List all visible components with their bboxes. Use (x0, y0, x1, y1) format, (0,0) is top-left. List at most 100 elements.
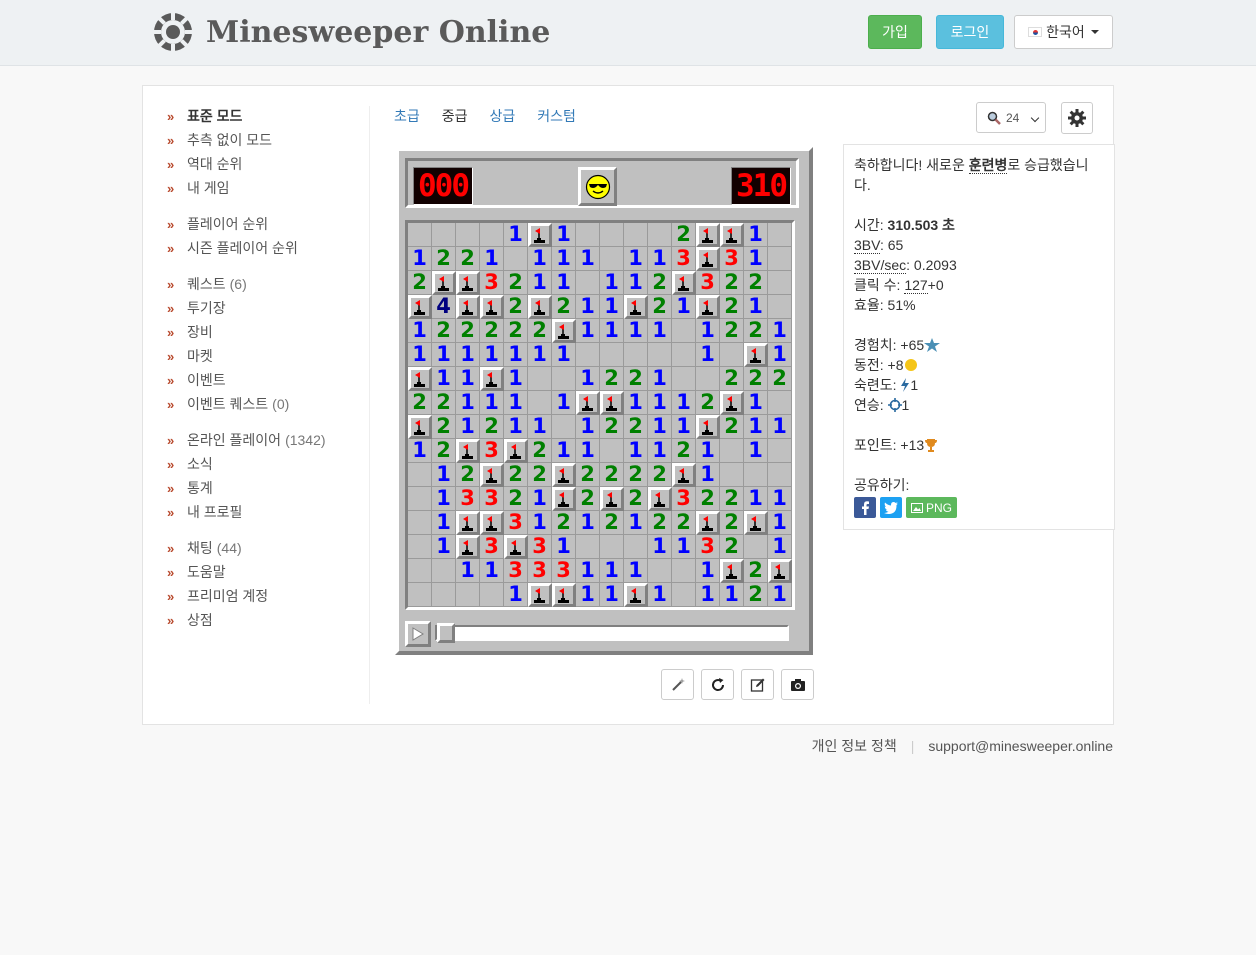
number-cell[interactable]: 1 (576, 559, 600, 583)
flagged-cell[interactable] (456, 271, 480, 295)
number-cell[interactable]: 1 (624, 439, 648, 463)
empty-cell[interactable] (552, 415, 576, 439)
number-cell[interactable]: 1 (408, 247, 432, 271)
number-cell[interactable]: 1 (696, 319, 720, 343)
number-cell[interactable]: 1 (600, 583, 624, 607)
number-cell[interactable]: 1 (696, 583, 720, 607)
number-cell[interactable]: 1 (432, 511, 456, 535)
number-cell[interactable]: 2 (432, 319, 456, 343)
empty-cell[interactable] (768, 439, 792, 463)
number-cell[interactable]: 1 (648, 247, 672, 271)
rank-name-link[interactable]: 훈련병 (968, 157, 1008, 174)
number-cell[interactable]: 1 (408, 319, 432, 343)
number-cell[interactable]: 2 (720, 367, 744, 391)
flagged-cell[interactable] (624, 295, 648, 319)
number-cell[interactable]: 2 (504, 319, 528, 343)
number-cell[interactable]: 1 (672, 535, 696, 559)
empty-cell[interactable] (768, 271, 792, 295)
number-cell[interactable]: 3 (480, 535, 504, 559)
number-cell[interactable]: 1 (696, 343, 720, 367)
number-cell[interactable]: 1 (576, 583, 600, 607)
number-cell[interactable]: 1 (744, 487, 768, 511)
number-cell[interactable]: 1 (600, 319, 624, 343)
number-cell[interactable]: 1 (552, 247, 576, 271)
settings-button[interactable] (1061, 102, 1093, 134)
number-cell[interactable]: 1 (528, 487, 552, 511)
number-cell[interactable]: 1 (552, 343, 576, 367)
flagged-cell[interactable] (552, 463, 576, 487)
number-cell[interactable]: 1 (456, 367, 480, 391)
number-cell[interactable]: 1 (480, 247, 504, 271)
flagged-cell[interactable] (576, 391, 600, 415)
number-cell[interactable]: 1 (576, 439, 600, 463)
number-cell[interactable]: 2 (696, 391, 720, 415)
number-cell[interactable]: 1 (504, 415, 528, 439)
number-cell[interactable]: 1 (480, 559, 504, 583)
number-cell[interactable]: 3 (480, 439, 504, 463)
number-cell[interactable]: 3 (480, 271, 504, 295)
number-cell[interactable]: 1 (432, 343, 456, 367)
flagged-cell[interactable] (456, 439, 480, 463)
number-cell[interactable]: 1 (744, 415, 768, 439)
number-cell[interactable]: 1 (648, 367, 672, 391)
number-cell[interactable]: 3 (480, 487, 504, 511)
empty-cell[interactable] (576, 343, 600, 367)
empty-cell[interactable] (672, 367, 696, 391)
number-cell[interactable]: 2 (552, 511, 576, 535)
flagged-cell[interactable] (408, 295, 432, 319)
number-cell[interactable]: 2 (744, 271, 768, 295)
number-cell[interactable]: 1 (768, 319, 792, 343)
empty-cell[interactable] (408, 487, 432, 511)
png-share-button[interactable]: PNG (906, 497, 957, 518)
sidebar-item[interactable]: » 소식 (167, 452, 367, 476)
empty-cell[interactable] (768, 391, 792, 415)
number-cell[interactable]: 2 (528, 439, 552, 463)
sidebar-item[interactable]: » 이벤트 (167, 368, 367, 392)
number-cell[interactable]: 1 (672, 391, 696, 415)
number-cell[interactable]: 1 (696, 439, 720, 463)
number-cell[interactable]: 1 (744, 439, 768, 463)
empty-cell[interactable] (672, 583, 696, 607)
number-cell[interactable]: 1 (648, 319, 672, 343)
flagged-cell[interactable] (456, 535, 480, 559)
number-cell[interactable]: 2 (552, 295, 576, 319)
number-cell[interactable]: 3 (504, 511, 528, 535)
empty-cell[interactable] (672, 343, 696, 367)
sidebar-item[interactable]: » 상점 (167, 608, 367, 632)
number-cell[interactable]: 2 (408, 391, 432, 415)
number-cell[interactable]: 2 (720, 511, 744, 535)
flagged-cell[interactable] (696, 247, 720, 271)
empty-cell[interactable] (528, 391, 552, 415)
site-logo[interactable]: Minesweeper Online (150, 9, 550, 55)
empty-cell[interactable] (768, 247, 792, 271)
number-cell[interactable]: 2 (720, 415, 744, 439)
number-cell[interactable]: 3 (528, 559, 552, 583)
number-cell[interactable]: 1 (648, 535, 672, 559)
number-cell[interactable]: 2 (432, 415, 456, 439)
number-cell[interactable]: 2 (744, 583, 768, 607)
sidebar-item[interactable]: » 장비 (167, 320, 367, 344)
empty-cell[interactable] (408, 535, 432, 559)
hint-wand-button[interactable] (661, 669, 694, 700)
number-cell[interactable]: 1 (768, 415, 792, 439)
empty-cell[interactable] (600, 439, 624, 463)
number-cell[interactable]: 1 (744, 223, 768, 247)
number-cell[interactable]: 1 (696, 559, 720, 583)
empty-cell[interactable] (504, 247, 528, 271)
number-cell[interactable]: 2 (624, 463, 648, 487)
number-cell[interactable]: 2 (504, 295, 528, 319)
number-cell[interactable]: 2 (672, 223, 696, 247)
number-cell[interactable]: 2 (432, 391, 456, 415)
sidebar-item[interactable]: » 시즌 플레이어 순위 (167, 236, 367, 260)
number-cell[interactable]: 1 (768, 487, 792, 511)
number-cell[interactable]: 2 (744, 319, 768, 343)
flagged-cell[interactable] (480, 295, 504, 319)
sidebar-item[interactable]: » 도움말 (167, 560, 367, 584)
number-cell[interactable]: 2 (720, 271, 744, 295)
restart-button[interactable] (701, 669, 734, 700)
number-cell[interactable]: 1 (624, 559, 648, 583)
flagged-cell[interactable] (720, 391, 744, 415)
number-cell[interactable]: 2 (480, 415, 504, 439)
number-cell[interactable]: 1 (768, 511, 792, 535)
empty-cell[interactable] (648, 343, 672, 367)
